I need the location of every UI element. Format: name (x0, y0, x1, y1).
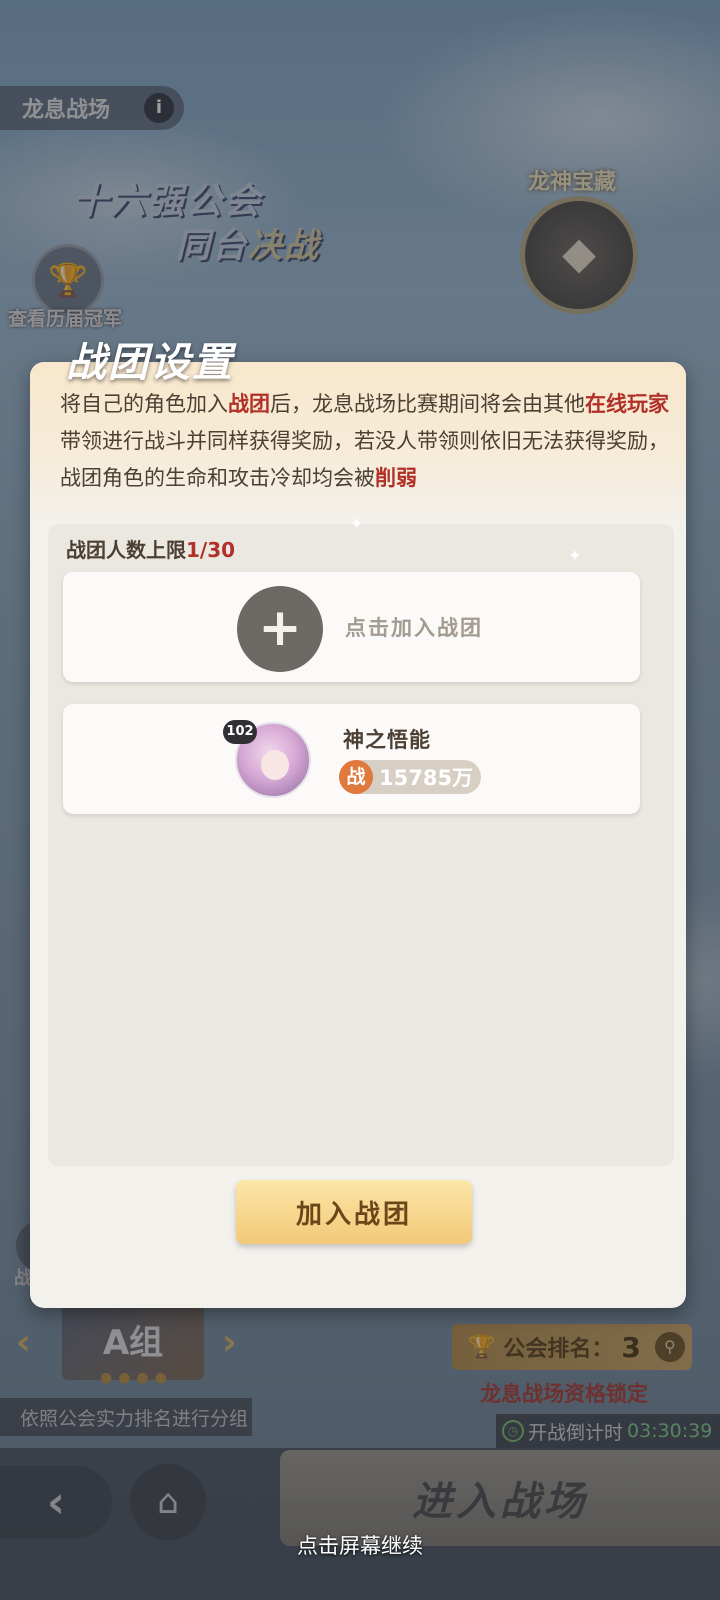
sparkle-icon: ✦ (568, 546, 582, 565)
desc-highlight-weaken: 削弱 (375, 466, 417, 490)
avatar-face (261, 750, 289, 780)
desc-highlight-team: 战团 (228, 392, 270, 416)
join-team-button[interactable]: 加入战团 (236, 1180, 472, 1244)
team-settings-modal: 将自己的角色加入战团后，龙息战场比赛期间将会由其他在线玩家带领进行战斗并同样获得… (30, 362, 686, 1308)
capacity-value: 1/30 (186, 538, 236, 562)
capacity-text: 战团人数上限 (66, 538, 186, 562)
sparkle-icon: ✦ (350, 514, 364, 533)
power-value: 15785万 (379, 766, 474, 790)
level-badge: 102 (223, 720, 257, 744)
desc-part-1: 将自己的角色加入 (60, 392, 228, 416)
add-slot-text: 点击加入战团 (345, 616, 483, 640)
tap-to-continue[interactable]: 点击屏幕继续 (0, 1530, 720, 1560)
plus-icon[interactable]: + (237, 586, 323, 672)
capacity-label: 战团人数上限1/30 (66, 534, 235, 563)
add-member-slot[interactable]: + 点击加入战团 (63, 572, 640, 682)
desc-part-3: 带领进行战斗并同样获得奖励，若没人带领则依旧无法获得奖励，战团角色的生命和攻击冷… (60, 429, 669, 490)
desc-highlight-online: 在线玩家 (585, 392, 669, 416)
member-slot[interactable]: 102 神之悟能 战 15785万 (63, 704, 640, 814)
modal-title: 战团设置 (66, 340, 234, 386)
power-badge: 战 (339, 760, 373, 794)
member-name: 神之悟能 (343, 728, 431, 752)
modal-description: 将自己的角色加入战团后，龙息战场比赛期间将会由其他在线玩家带领进行战斗并同样获得… (60, 386, 680, 497)
power-pill: 战 15785万 (339, 760, 481, 794)
desc-part-2: 后，龙息战场比赛期间将会由其他 (270, 392, 585, 416)
